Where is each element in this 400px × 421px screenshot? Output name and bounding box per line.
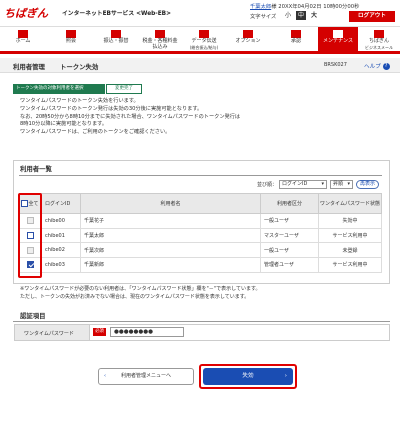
nav-approval[interactable]: 承認	[276, 27, 316, 51]
divider	[13, 321, 390, 322]
table-row: chibe01 千葉太郎 マスターユーザ サービス利用中	[19, 227, 382, 244]
nav-option[interactable]: オプション	[226, 27, 270, 51]
revoke-button[interactable]: 失効 ›	[203, 368, 293, 385]
nav-maintenance[interactable]: メンテナンス	[318, 27, 358, 51]
sort-label: 並び順：	[257, 182, 278, 188]
last-login: 20XX年04月02日 10時00分00秒	[278, 4, 360, 10]
service-name: インターネットEBサービス <Web-EB>	[62, 11, 171, 17]
payment-icon	[155, 30, 165, 38]
nav-transfer[interactable]: 振込・振替	[94, 27, 138, 51]
font-small-button[interactable]: 小	[283, 11, 293, 20]
mail-icon	[374, 30, 384, 38]
required-badge: 必須	[93, 328, 106, 336]
main-nav: ホーム 照会 振込・振替 税金・各種料金 払込み データ伝送 (総合振込/給与) オ…	[0, 26, 400, 54]
user-list-title: 利用者一覧	[20, 165, 52, 173]
user-info: 千葉太郎様 20XX年04月02日 10時00分00秒	[250, 4, 360, 10]
sort-key-select[interactable]: ログインID ▾	[279, 180, 327, 189]
table-row: chibe02 千葉次郎 一般ユーザ 未登録	[19, 242, 382, 259]
nav-home[interactable]: ホーム	[2, 27, 44, 51]
otp-password-input[interactable]: ●●●●●●●●	[110, 327, 184, 337]
nav-tax-payment[interactable]: 税金・各種料金 払込み	[138, 27, 182, 51]
nav-business-mail[interactable]: ちばぎん ビジネスメール	[358, 27, 400, 51]
user-name-link[interactable]: 千葉太郎	[250, 4, 271, 10]
step-current: トークン失効の対象利用者を選択	[13, 84, 105, 94]
chevron-down-icon: ▾	[321, 181, 324, 187]
transfer-icon	[111, 30, 121, 38]
logout-button[interactable]: ログアウト	[349, 11, 395, 22]
font-size-label: 文字サイズ	[250, 14, 277, 20]
user-list-note: ※ワンタイムパスワードが必要のない利用者は、「ワンタイムパスワード状態」欄を"－…	[20, 286, 261, 300]
document-icon	[66, 30, 76, 38]
screen-id: BRSK027	[324, 62, 347, 68]
approval-icon	[291, 30, 301, 38]
checkbox-column-highlight	[18, 193, 42, 278]
sort-order-select[interactable]: 昇順 ▾	[330, 180, 353, 189]
instruction-message: ワンタイムパスワードのトークン失効を行います。 ワンタイムパスワードのトークン発…	[20, 98, 241, 136]
step-next: 変更完了	[106, 84, 142, 94]
nav-inquiry[interactable]: 照会	[50, 27, 92, 51]
redisplay-button[interactable]: 再表示	[356, 180, 379, 189]
header: ちばぎん インターネットEBサービス <Web-EB> 千葉太郎様 20XX年0…	[0, 0, 400, 24]
help-link[interactable]: ヘルプ ?	[364, 62, 390, 70]
data-icon	[199, 30, 209, 38]
nav-data-transfer[interactable]: データ伝送 (総合振込/給与)	[182, 27, 226, 51]
home-icon	[18, 30, 28, 38]
otp-label: ワンタイムパスワード	[14, 324, 90, 341]
user-table: 全て ログインID 利用者名 利用者区分 ワンタイムパスワード状態 chibe0…	[19, 193, 382, 273]
chevron-down-icon: ▾	[347, 181, 350, 187]
chevron-left-icon: ‹	[104, 373, 106, 379]
page-title: トークン失効	[60, 63, 99, 71]
table-row: chibe00 千葉花子 一般ユーザ 失効中	[19, 213, 382, 229]
option-icon	[243, 30, 253, 38]
bank-logo: ちばぎん	[4, 7, 48, 20]
maintenance-icon	[333, 30, 343, 38]
chevron-right-icon: ›	[284, 373, 287, 379]
auth-section-title: 認証項目	[20, 312, 46, 320]
font-medium-button[interactable]: 中	[296, 11, 306, 20]
page-title-bar: 利用者管理 トークン失効 BRSK027 ヘルプ ?	[0, 58, 400, 73]
breadcrumb: 利用者管理	[13, 63, 45, 71]
divider	[19, 175, 382, 176]
help-icon: ?	[382, 63, 390, 70]
font-large-button[interactable]: 大	[309, 11, 319, 20]
back-to-menu-button[interactable]: ‹ 利用者管理メニューへ	[98, 368, 194, 385]
table-row: chibe03 千葉新郎 管理者ユーザ サービス利用中	[19, 257, 382, 273]
